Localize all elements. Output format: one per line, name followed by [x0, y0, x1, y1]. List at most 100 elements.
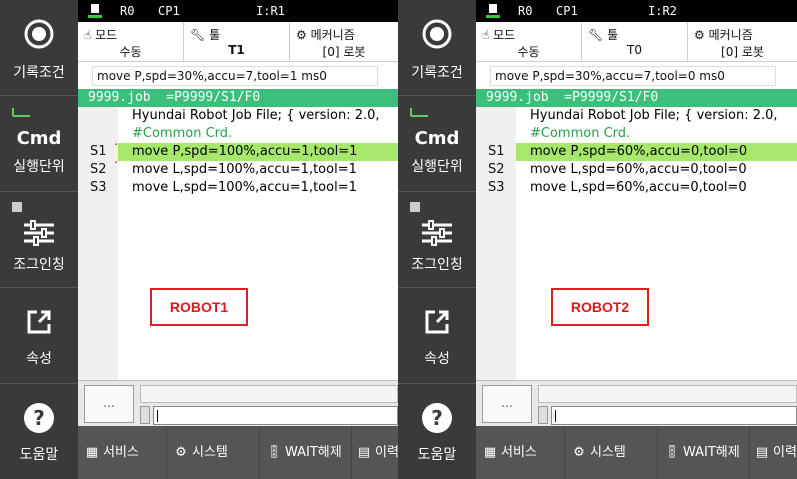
robot-arm-icon: ⚙︎ — [296, 28, 307, 42]
code-line-selected[interactable]: move P,spd=100%,accu=1,tool=1 — [118, 143, 398, 161]
mechanism-cell[interactable]: ⚙︎ 메커니즘 [0] 로봇 — [688, 22, 797, 62]
cmd-title: Cmd — [414, 128, 460, 149]
code-line-selected[interactable]: move P,spd=60%,accu=0,tool=0 — [516, 143, 797, 161]
code-line[interactable]: #Common Crd. — [118, 125, 398, 143]
code-line[interactable]: Hyundai Robot Job File; { version: 2.0, — [118, 107, 398, 125]
history-button[interactable]: ▤ 이력 — [750, 426, 797, 479]
properties-button[interactable]: 속성 — [0, 288, 78, 384]
pendant-panel-robot1: 기록조건 Cmd 실행단위 조그인칭 속성 ? 도움말 R0 CP1 I:R1 … — [0, 0, 398, 479]
robot-status-icon — [486, 4, 500, 18]
input-scroll-handle[interactable] — [140, 406, 150, 424]
system-button[interactable]: ⚙ 시스템 — [167, 426, 260, 479]
record-condition-button[interactable]: 기록조건 — [398, 0, 476, 96]
cmd-exec-unit-button[interactable]: Cmd 실행단위 — [0, 96, 78, 192]
code-line[interactable]: #Common Crd. — [516, 125, 797, 143]
more-button[interactable]: ... — [84, 385, 134, 423]
gear-icon: ⚙ — [175, 445, 187, 460]
hand-icon: ☝ — [482, 28, 490, 42]
traffic-light-icon: 🚦︎ — [664, 445, 681, 460]
code-line[interactable]: Hyundai Robot Job File; { version: 2.0, — [516, 107, 797, 125]
mechanism-label: 메커니즘 — [708, 28, 753, 42]
code-text: Hyundai Robot Job File; { version: 2.0, — [132, 108, 380, 123]
step-indicator-icon — [410, 108, 428, 117]
input-preview — [538, 385, 797, 403]
tool-cell[interactable]: 🔧︎ 툴 T1 — [184, 22, 290, 62]
info-bar: ☝ 모드 수동 🔧︎ 툴 T1 ⚙︎ 메커니즘 [0] 로봇 — [78, 22, 398, 62]
more-button[interactable]: ... — [482, 385, 532, 423]
code-line[interactable]: move L,spd=100%,accu=1,tool=1 — [118, 179, 398, 197]
robot-status-icon — [88, 4, 102, 18]
history-label: 이력 — [375, 445, 398, 460]
input-scroll-handle[interactable] — [538, 406, 548, 424]
help-button[interactable]: ? 도움말 — [398, 384, 476, 479]
command-line[interactable]: move P,spd=30%,accu=7,tool=0 ms0 — [490, 66, 776, 86]
input-preview — [140, 385, 398, 403]
wrench-icon: 🔧︎ — [190, 28, 206, 42]
service-button[interactable]: ▦ 서비스 — [476, 426, 565, 479]
tool-cell[interactable]: 🔧︎ 툴 T0 — [582, 22, 688, 62]
wait-release-button[interactable]: 🚦︎ WAIT해제 — [658, 426, 750, 479]
robot-annotation-label: ROBOT2 — [551, 288, 649, 326]
mode-label: 모드 — [493, 28, 516, 42]
code-line[interactable]: move L,spd=60%,accu=0,tool=0 — [516, 179, 797, 197]
cp-status: CP1 — [556, 4, 578, 18]
wait-release-button[interactable]: 🚦︎ WAIT해제 — [260, 426, 352, 479]
help-icon: ? — [24, 403, 54, 433]
command-input[interactable] — [551, 406, 797, 425]
job-header: 9999.job =P9999/S1/F0 — [476, 89, 797, 107]
code-text: move L,spd=100%,accu=1,tool=1 — [132, 162, 357, 177]
help-label: 도움말 — [417, 447, 457, 463]
record-condition-button[interactable]: 기록조건 — [0, 0, 78, 96]
code-text: move L,spd=60%,accu=0,tool=0 — [530, 162, 747, 177]
job-editor[interactable]: Hyundai Robot Job File; { version: 2.0, … — [516, 107, 797, 380]
mode-cell[interactable]: ☝ 모드 수동 — [476, 22, 582, 62]
properties-button[interactable]: 속성 — [398, 288, 476, 384]
job-editor[interactable]: Hyundai Robot Job File; { version: 2.0, … — [118, 107, 398, 380]
svg-text:?: ? — [431, 406, 443, 430]
code-line[interactable]: move L,spd=100%,accu=1,tool=1 — [118, 161, 398, 179]
sliders-icon — [422, 220, 452, 246]
grid-icon: ▦ — [85, 445, 99, 460]
traffic-light-icon: 🚦︎ — [266, 445, 283, 460]
service-button[interactable]: ▦ 서비스 — [78, 426, 167, 479]
command-input[interactable] — [153, 406, 398, 425]
wait-release-label: WAIT해제 — [285, 445, 342, 460]
line-gutter: . . S1 S2 S3 — [78, 107, 118, 380]
mode-label: 모드 — [95, 28, 118, 42]
cmd-exec-unit-button[interactable]: Cmd 실행단위 — [398, 96, 476, 192]
input-area: ... — [78, 380, 398, 426]
history-icon: ▤ — [755, 445, 769, 460]
properties-label: 속성 — [424, 351, 450, 367]
mechanism-cell[interactable]: ⚙︎ 메커니즘 [0] 로봇 — [290, 22, 398, 62]
robot-id: R0 — [120, 4, 135, 18]
mechanism-value: [0] 로봇 — [721, 45, 764, 59]
code-text: #Common Crd. — [132, 126, 233, 141]
line-number: S2 — [488, 162, 505, 177]
robot-annotation-label: ROBOT1 — [150, 288, 248, 326]
gear-icon: ⚙ — [573, 445, 585, 460]
history-button[interactable]: ▤ 이력 — [352, 426, 398, 479]
command-line[interactable]: move P,spd=30%,accu=7,tool=1 ms0 — [92, 66, 378, 86]
system-button[interactable]: ⚙ 시스템 — [565, 426, 658, 479]
cmd-exec-unit-label: 실행단위 — [411, 159, 463, 175]
jog-inching-label: 조그인칭 — [13, 257, 65, 273]
line-gutter: S1 S2 S3 — [476, 107, 516, 380]
history-label: 이력 — [773, 445, 797, 460]
jog-inching-button[interactable]: 조그인칭 — [0, 192, 78, 288]
status-bar: R0 CP1 I:R1 — [78, 0, 398, 22]
service-label: 서비스 — [103, 445, 139, 460]
jog-inching-button[interactable]: 조그인칭 — [398, 192, 476, 288]
code-line[interactable]: move L,spd=60%,accu=0,tool=0 — [516, 161, 797, 179]
sidebar: 기록조건 Cmd 실행단위 조그인칭 속성 ? 도움말 — [398, 0, 476, 479]
jog-checkbox[interactable] — [410, 202, 420, 212]
record-condition-label: 기록조건 — [13, 65, 65, 81]
wrench-icon: 🔧︎ — [588, 28, 604, 42]
text-caret — [157, 410, 158, 422]
service-label: 서비스 — [501, 445, 537, 460]
history-icon: ▤ — [357, 445, 371, 460]
line-number: S1 — [90, 144, 107, 159]
help-button[interactable]: ? 도움말 — [0, 384, 78, 479]
grid-icon: ▦ — [483, 445, 497, 460]
mode-cell[interactable]: ☝ 모드 수동 — [78, 22, 184, 62]
jog-checkbox[interactable] — [12, 202, 22, 212]
